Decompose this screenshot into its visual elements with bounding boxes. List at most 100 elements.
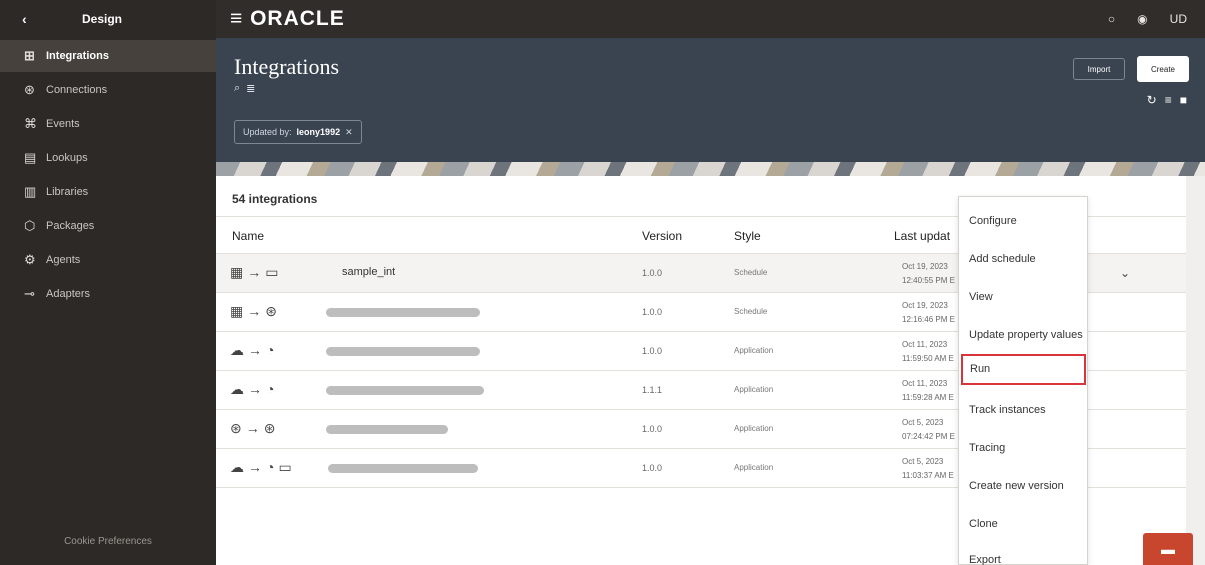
oracle-logo[interactable]: ≡ ORACLE	[230, 7, 345, 31]
row-pattern: ☁ → ◔	[230, 342, 274, 359]
sidebar-item-label: Libraries	[46, 186, 89, 198]
row-pattern: ▦ → ⊛	[230, 303, 277, 320]
search-filter-row: ⌕ ≣	[234, 82, 255, 95]
events-icon: ⌘	[24, 116, 37, 131]
notifications-icon[interactable]: ○	[1108, 12, 1115, 26]
list-view-icon[interactable]: ≡	[1165, 93, 1172, 107]
sidebar-item-lookups[interactable]: ▤ Lookups	[0, 142, 216, 174]
row-name[interactable]: sample_int	[342, 266, 395, 278]
row-style: Schedule	[734, 307, 768, 316]
integrations-count: 54 integrations	[232, 192, 318, 206]
integrations-icon: ⊞	[24, 48, 35, 63]
sidebar-item-events[interactable]: ⌘ Events	[0, 108, 216, 140]
connection-icon: ⊛	[265, 303, 277, 319]
search-icon[interactable]: ⌕	[234, 82, 240, 95]
redacted-name	[326, 386, 484, 395]
sidebar-item-label: Adapters	[46, 288, 91, 300]
chat-icon: ▬	[1161, 541, 1175, 557]
sidebar-item-label: Events	[46, 118, 80, 130]
import-button[interactable]: Import	[1073, 58, 1125, 80]
row-actions-menu: Configure Add schedule View Update prope…	[958, 196, 1088, 565]
column-header-last-updated[interactable]: Last updat	[894, 229, 950, 243]
arrow-right-icon: →	[248, 342, 262, 358]
redacted-name	[326, 347, 480, 356]
arrow-right-icon: →	[248, 381, 262, 397]
sidebar: ‹ Design ⊞ Integrations ⊛ Connections ⌘ …	[0, 0, 216, 565]
chat-button[interactable]: ▬	[1143, 533, 1193, 565]
row-date: Oct 5, 2023 11:03:37 AM E	[902, 457, 954, 480]
menu-item-view[interactable]: View	[969, 291, 993, 303]
filter-icon[interactable]: ≣	[246, 82, 255, 95]
row-version: 1.1.1	[642, 385, 663, 395]
cookie-preferences-link[interactable]: Cookie Preferences	[0, 536, 216, 547]
adapters-icon: ⊸	[24, 286, 35, 301]
cloud-icon: ☁	[230, 342, 244, 358]
chevron-down-icon[interactable]: ⌄	[1120, 266, 1130, 280]
sidebar-item-label: Connections	[46, 84, 108, 96]
menu-item-clone[interactable]: Clone	[969, 518, 998, 530]
row-version: 1.0.0	[642, 268, 663, 278]
row-pattern: ▦ → ▭	[230, 264, 278, 281]
menu-item-add-schedule[interactable]: Add schedule	[969, 253, 1036, 265]
webhook-icon: ◔	[266, 381, 275, 397]
arrow-right-icon: →	[248, 459, 262, 475]
menu-item-track-instances[interactable]: Track instances	[969, 404, 1046, 416]
sidebar-item-packages[interactable]: ⬡ Packages	[0, 210, 216, 242]
sidebar-item-connections[interactable]: ⊛ Connections	[0, 74, 216, 106]
menu-item-configure[interactable]: Configure	[969, 215, 1017, 227]
sidebar-item-adapters[interactable]: ⊸ Adapters	[0, 278, 216, 310]
refresh-icon[interactable]: ↻	[1147, 93, 1157, 107]
webhook-icon: ◔	[266, 459, 275, 475]
row-pattern: ⊛ → ⊛	[230, 420, 275, 437]
cloud-icon: ☁	[230, 381, 244, 397]
help-icon[interactable]: ◉	[1137, 12, 1147, 26]
webhook-icon: ◔	[266, 342, 275, 358]
create-button[interactable]: Create	[1137, 56, 1189, 82]
filter-chip[interactable]: Updated by: leony1992 ✕	[234, 120, 362, 144]
connections-icon: ⊛	[24, 82, 35, 97]
sidebar-title: Design	[82, 12, 123, 26]
row-date: Oct 11, 2023 11:59:50 AM E	[902, 340, 954, 363]
cloud-icon: ☁	[230, 459, 244, 475]
row-pattern: ☁ → ◔	[230, 381, 274, 398]
row-style: Application	[734, 424, 774, 433]
connection-icon: ⊛	[230, 420, 242, 436]
sidebar-item-label: Agents	[46, 254, 81, 266]
user-avatar[interactable]: UD	[1170, 12, 1187, 26]
chevron-left-icon[interactable]: ‹	[22, 11, 40, 27]
top-icons: ○ ◉ UD	[1108, 0, 1187, 38]
row-date: Oct 5, 2023 07:24:42 PM E	[902, 418, 955, 441]
filter-chip-prefix: Updated by:	[243, 127, 292, 137]
folder-icon: ▭	[265, 264, 279, 280]
row-style: Application	[734, 385, 774, 394]
arrow-right-icon: →	[247, 303, 262, 319]
menu-item-update-property-values[interactable]: Update property values	[969, 329, 1083, 341]
sidebar-item-libraries[interactable]: ▥ Libraries	[0, 176, 216, 208]
sidebar-item-integrations[interactable]: ⊞ Integrations	[0, 40, 216, 72]
row-version: 1.0.0	[642, 346, 663, 356]
close-icon[interactable]: ✕	[345, 127, 353, 138]
column-header-style[interactable]: Style	[734, 229, 761, 243]
row-date: Oct 19, 2023 12:40:55 PM E	[902, 262, 955, 285]
folder-icon: ▭	[278, 459, 292, 475]
row-date: Oct 19, 2023 12:16:46 PM E	[902, 301, 955, 324]
redacted-name	[326, 308, 480, 317]
arrow-right-icon: →	[247, 264, 262, 280]
sidebar-item-label: Lookups	[46, 152, 88, 164]
row-pattern: ☁ → ◔ ▭	[230, 459, 292, 476]
row-style: Schedule	[734, 268, 768, 277]
column-header-version[interactable]: Version	[642, 229, 682, 243]
menu-item-create-new-version[interactable]: Create new version	[969, 480, 1064, 492]
row-style: Application	[734, 346, 774, 355]
column-header-name[interactable]: Name	[232, 229, 264, 243]
menu-item-run[interactable]: Run	[961, 354, 1086, 385]
grid-view-icon[interactable]: ■	[1180, 93, 1187, 107]
decorative-banner	[216, 162, 1205, 176]
row-version: 1.0.0	[642, 424, 663, 434]
menu-item-tracing[interactable]: Tracing	[969, 442, 1005, 454]
view-toggle-group: ↻ ≡ ■	[1147, 93, 1187, 107]
menu-item-export[interactable]: Export	[969, 554, 1001, 565]
sidebar-item-label: Integrations	[46, 50, 109, 62]
filter-chip-value: leony1992	[296, 127, 341, 137]
sidebar-item-agents[interactable]: ⚙ Agents	[0, 244, 216, 276]
